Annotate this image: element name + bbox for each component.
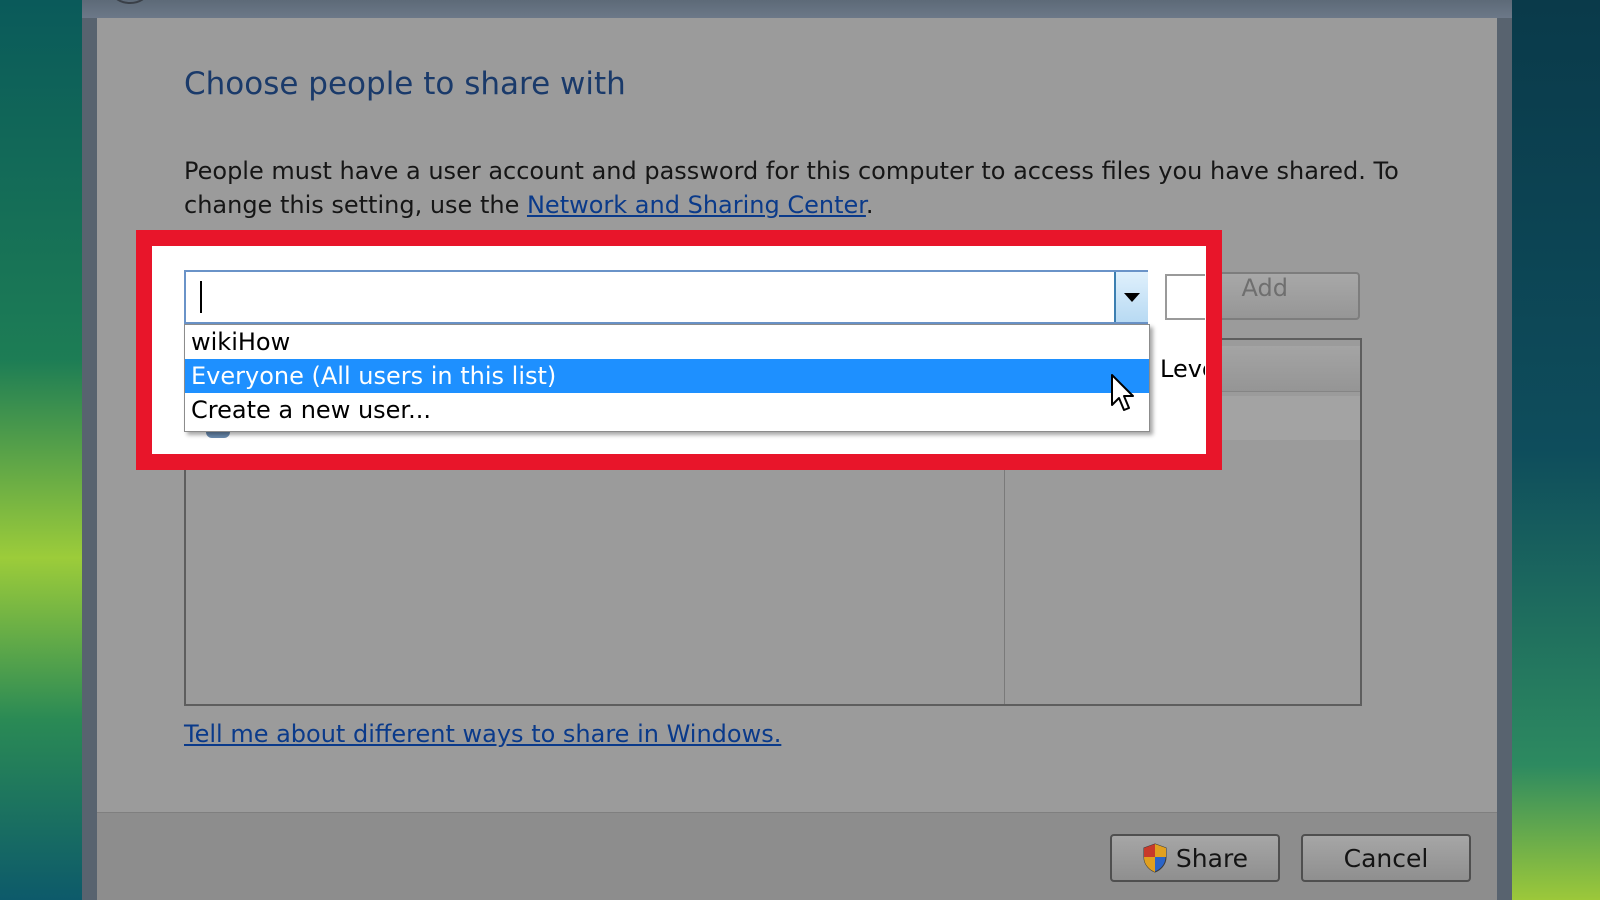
user-icon	[206, 432, 230, 438]
dropdown-option-wikihow[interactable]: wikiHow	[185, 325, 1149, 359]
desktop-background-right	[1512, 0, 1600, 900]
network-sharing-center-link[interactable]: Network and Sharing Center	[527, 191, 866, 219]
window-title-strip	[82, 0, 1512, 18]
combobox-dropdown-list: wikiHow Everyone (All users in this list…	[184, 324, 1150, 432]
description-text: People must have a user account and pass…	[184, 154, 1424, 222]
description-end: .	[865, 191, 874, 219]
add-button-left-edge	[1165, 274, 1205, 320]
page-title: Choose people to share with	[184, 66, 626, 102]
cancel-button[interactable]: Cancel	[1301, 834, 1471, 882]
uac-shield-icon	[1143, 843, 1167, 873]
text-caret	[200, 281, 202, 313]
share-button-label: Share	[1175, 843, 1249, 873]
dialog-footer	[97, 812, 1497, 900]
combobox-dropdown-button[interactable]	[1114, 272, 1148, 322]
desktop-background-left	[0, 0, 82, 900]
chevron-down-icon	[1124, 292, 1140, 302]
permission-level-label: Leve	[1160, 355, 1205, 383]
share-help-link[interactable]: Tell me about different ways to share in…	[184, 720, 781, 748]
user-name-combobox[interactable]	[184, 270, 1148, 324]
share-button[interactable]: Share	[1110, 834, 1280, 882]
dropdown-option-everyone[interactable]: Everyone (All users in this list)	[185, 359, 1149, 393]
mouse-pointer-icon	[1111, 374, 1134, 411]
dropdown-option-create-user[interactable]: Create a new user...	[185, 393, 1149, 427]
